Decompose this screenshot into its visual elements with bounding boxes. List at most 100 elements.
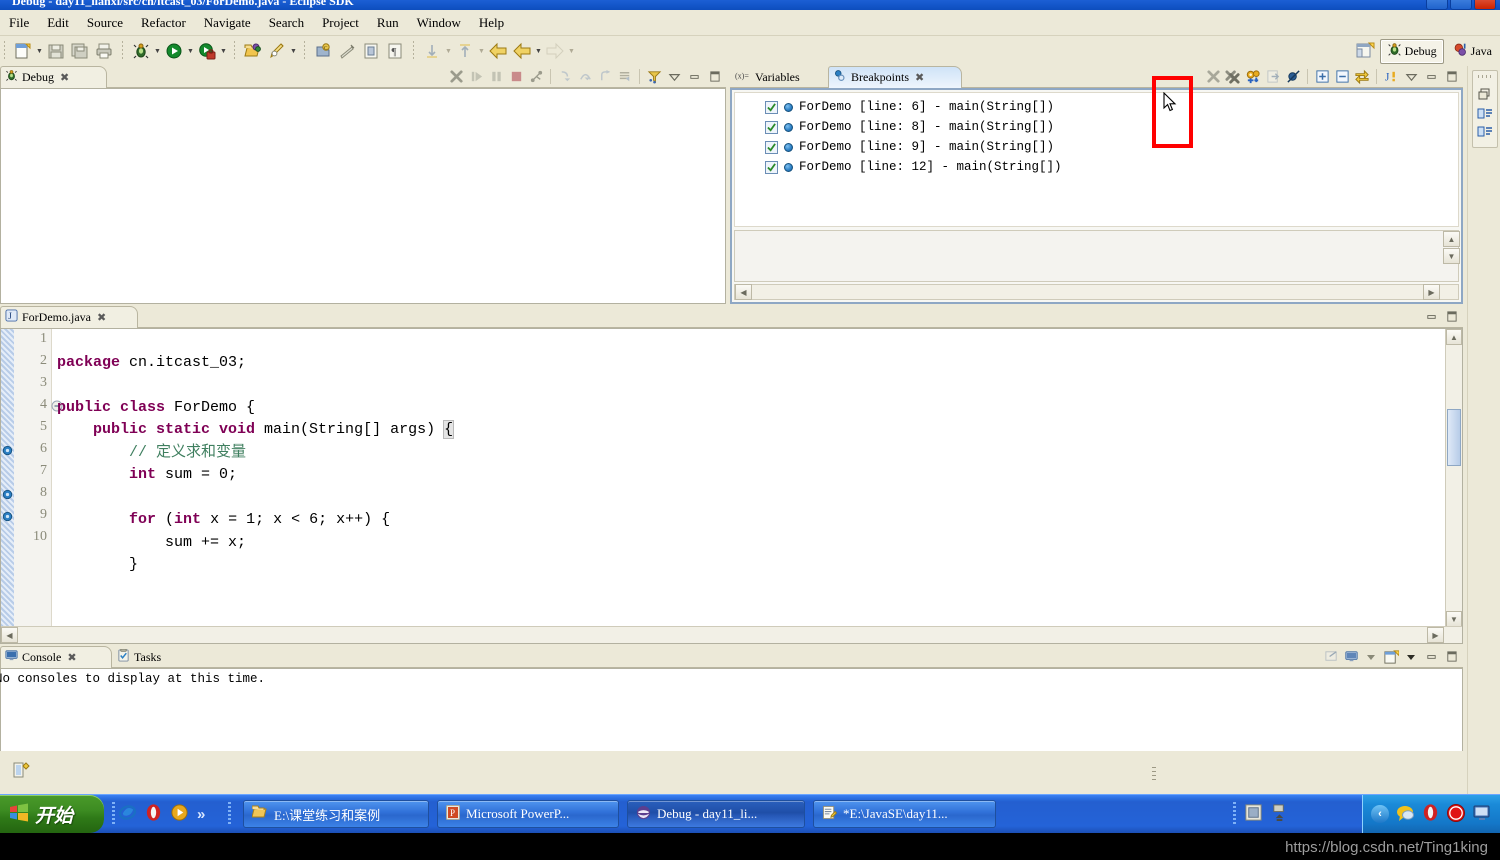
breakpoint-checkbox[interactable] [765,100,778,114]
next-annotation-icon[interactable] [421,40,443,62]
home-icon[interactable] [544,40,566,62]
breakpoint-checkbox[interactable] [765,160,778,174]
view-menu-icon[interactable] [1401,67,1421,87]
taskbar-item-powerpoint[interactable]: P Microsoft PowerP... [437,800,619,828]
scroll-left-button[interactable]: ◀ [1,627,18,643]
minimize-icon[interactable] [1421,307,1441,327]
menu-file[interactable]: File [0,13,38,33]
previous-annotation-icon[interactable] [454,40,476,62]
stop-recording-icon[interactable] [1446,803,1466,826]
run-external-dropdown-icon[interactable]: ▼ [219,40,228,62]
open-type-icon[interactable] [242,40,264,62]
next-annotation-dropdown-icon[interactable]: ▼ [444,40,453,62]
open-console-menu-icon[interactable] [1401,647,1421,667]
scroll-left-button[interactable]: ◀ [735,284,752,300]
taskbar-item-folder[interactable]: E:\课堂练习和案例 [243,800,429,828]
breakpoint-marker-icon[interactable] [2,511,13,522]
open-perspective-icon[interactable] [1354,40,1376,62]
network-icon[interactable] [1271,803,1288,825]
breakpoint-properties-icon[interactable] [1243,67,1263,87]
skip-all-breakpoints-icon[interactable] [1283,67,1303,87]
breakpoint-detail-pane[interactable] [734,230,1459,282]
save-icon[interactable] [45,40,67,62]
menu-window[interactable]: Window [408,13,470,33]
minimize-icon[interactable] [684,67,704,87]
minimize-icon[interactable] [1421,647,1441,667]
close-button[interactable] [1474,0,1496,10]
search-icon[interactable] [266,40,288,62]
display-selected-console-icon[interactable] [1341,647,1361,667]
view-menu-icon[interactable] [664,67,684,87]
opera-tray-icon[interactable] [1421,803,1440,825]
code-area[interactable]: 1 2 3 4 5 6 7 8 9 10 package cn.itcast_0… [1,329,1462,643]
back-icon[interactable] [487,40,509,62]
show-whitespace-icon[interactable]: ¶ [384,40,406,62]
quick-launch-more-icon[interactable]: » [197,806,205,823]
list-item[interactable]: ForDemo [line: 6] - main(String[]) [735,97,1458,117]
close-icon[interactable]: ✖ [67,651,76,664]
step-over-icon[interactable] [575,67,595,87]
remove-breakpoint-icon[interactable] [1203,67,1223,87]
internet-explorer-icon[interactable] [118,803,137,825]
list-item[interactable]: ForDemo [line: 9] - main(String[]) [735,137,1458,157]
remove-all-breakpoints-icon[interactable] [1223,67,1243,87]
display-selected-console-menu-icon[interactable] [1361,647,1381,667]
marker-bar[interactable] [1,329,14,643]
new-java-class-icon[interactable]: C [312,40,334,62]
debug-dropdown-icon[interactable]: ▼ [153,40,162,62]
close-icon[interactable]: ✖ [915,71,924,84]
menu-source[interactable]: Source [78,13,132,33]
editor-horizontal-scrollbar[interactable]: ◀ ▶ [1,626,1462,643]
screen-icon[interactable] [1472,803,1492,826]
breakpoint-checkbox[interactable] [765,120,778,134]
perspective-debug[interactable]: Debug [1379,38,1444,64]
search-dropdown-icon[interactable]: ▼ [289,40,298,62]
new-java-package-icon[interactable] [336,40,358,62]
breakpoint-marker-icon[interactable] [2,489,13,500]
close-icon[interactable]: ✖ [97,311,106,324]
go-to-file-icon[interactable] [1263,67,1283,87]
drag-handle[interactable] [1478,75,1492,78]
breakpoint-marker-icon[interactable] [2,445,13,456]
menu-help[interactable]: Help [470,13,513,33]
taskbar-item-notepad[interactable]: *E:\JavaSE\day11... [813,800,996,828]
suspend-icon[interactable] [486,67,506,87]
drop-to-frame-icon[interactable] [615,67,635,87]
close-icon[interactable]: ✖ [60,71,69,84]
taskbar-item-eclipse[interactable]: Debug - day11_li... [627,800,805,828]
save-all-icon[interactable] [69,40,91,62]
breakpoints-list[interactable]: ForDemo [line: 6] - main(String[]) ForDe… [734,92,1459,227]
new-wizard-icon[interactable] [12,40,34,62]
maximize-icon[interactable] [1441,647,1461,667]
tab-breakpoints[interactable]: Breakpoints ✖ [828,66,962,88]
expand-all-icon[interactable] [1312,67,1332,87]
minimize-icon[interactable] [1421,67,1441,87]
debug-view-body[interactable] [0,88,726,304]
show-desktop-icon[interactable] [1244,803,1263,825]
tab-debug[interactable]: Debug ✖ [0,66,107,88]
tab-tasks[interactable]: Tasks [112,646,202,668]
menu-navigate[interactable]: Navigate [195,13,260,33]
list-item[interactable]: ForDemo [line: 8] - main(String[]) [735,117,1458,137]
tab-console[interactable]: Console ✖ [0,646,112,668]
minimize-button[interactable] [1426,0,1448,10]
forward-icon[interactable] [511,40,533,62]
toggle-mark-occurrences-icon[interactable] [360,40,382,62]
step-return-icon[interactable] [595,67,615,87]
open-console-new-icon[interactable] [1381,647,1401,667]
run-dropdown-icon[interactable]: ▼ [186,40,195,62]
print-icon[interactable] [93,40,115,62]
run-icon[interactable] [163,40,185,62]
breakpoints-vertical-scrollbar[interactable]: ▲ ▼ [1443,231,1460,281]
new-wizard-dropdown-icon[interactable]: ▼ [35,40,44,62]
step-into-icon[interactable] [555,67,575,87]
remove-all-terminated-icon[interactable] [446,67,466,87]
maximize-icon[interactable] [1441,307,1461,327]
breakpoint-checkbox[interactable] [765,140,778,154]
scroll-up-button[interactable]: ▲ [1443,231,1460,247]
scroll-right-button[interactable]: ▶ [1423,284,1440,300]
tab-variables[interactable]: (x)= Variables [730,66,840,88]
breakpoints-horizontal-scrollbar[interactable]: ◀ ▶ [734,284,1459,300]
use-step-filters-icon[interactable] [644,67,664,87]
media-player-icon[interactable] [170,803,189,825]
